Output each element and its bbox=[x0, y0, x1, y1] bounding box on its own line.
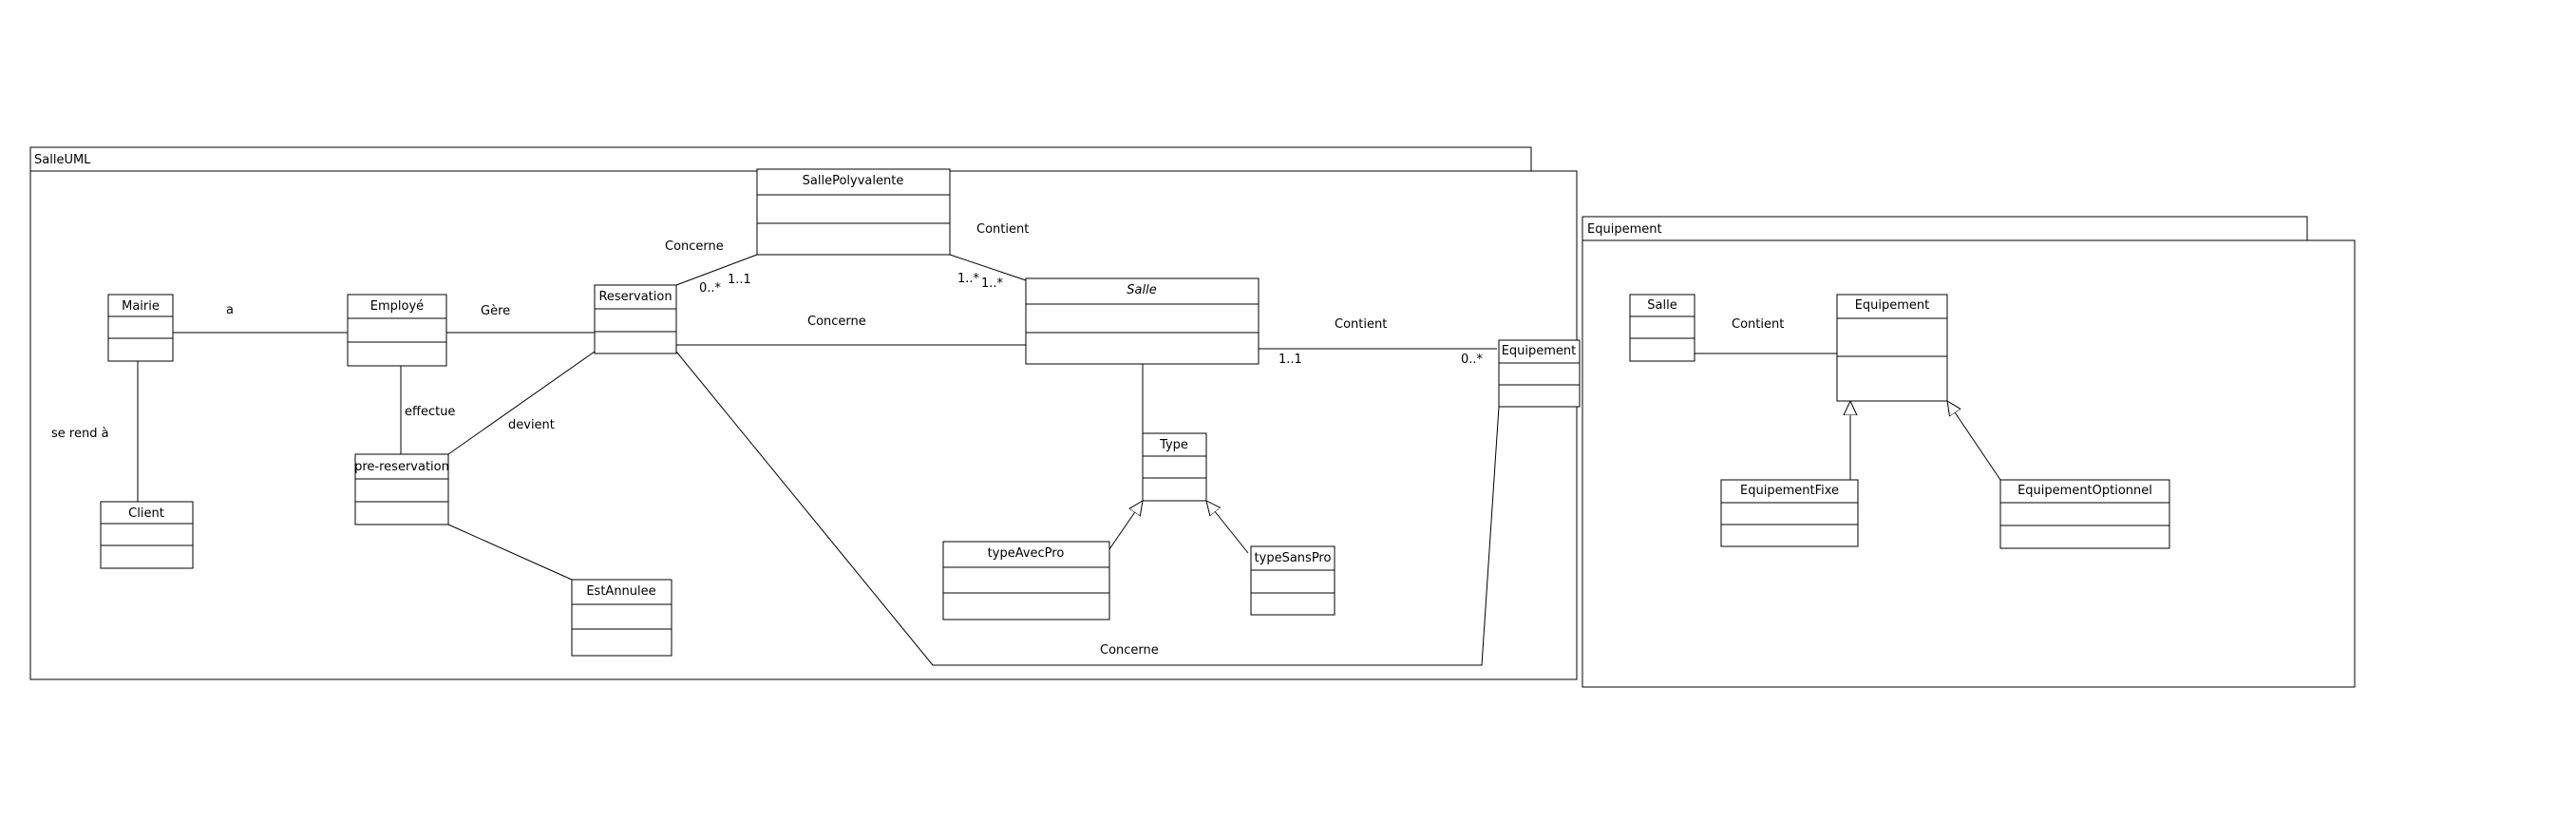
class-salle-ref-name: Salle bbox=[1647, 298, 1676, 313]
class-equipement-ref[interactable]: Equipement bbox=[1498, 339, 1581, 408]
class-client[interactable]: Client bbox=[100, 501, 194, 569]
label-se-rend-a: se rend à bbox=[51, 427, 109, 441]
package-salle-uml-name: SalleUML bbox=[34, 153, 91, 167]
class-type-name: Type bbox=[1159, 438, 1188, 452]
class-employe[interactable]: Employé bbox=[347, 294, 447, 367]
class-reservation-name: Reservation bbox=[598, 290, 672, 304]
class-equipement-main[interactable]: Equipement bbox=[1836, 294, 1948, 402]
class-client-name: Client bbox=[128, 506, 164, 521]
class-salle-polyvalente[interactable]: SallePolyvalente bbox=[756, 168, 951, 256]
class-pre-reservation[interactable]: pre-reservation bbox=[354, 453, 449, 525]
class-employe-name: Employé bbox=[370, 299, 424, 314]
package-equipement-name: Equipement bbox=[1587, 222, 1662, 237]
class-mairie[interactable]: Mairie bbox=[107, 294, 174, 362]
class-est-annulee-name: EstAnnulee bbox=[586, 584, 655, 599]
class-est-annulee[interactable]: EstAnnulee bbox=[571, 579, 672, 657]
mult-res-poly: 0..* bbox=[699, 281, 722, 296]
uml-class-diagram: SalleUML Equipement Mairie Employé Clien… bbox=[29, 146, 2356, 688]
label-gere: Gère bbox=[481, 304, 510, 318]
class-equipement-main-name: Equipement bbox=[1855, 298, 1930, 313]
package-equipement[interactable]: Equipement bbox=[1582, 216, 2356, 688]
class-equipement-fixe[interactable]: EquipementFixe bbox=[1720, 479, 1859, 547]
class-reservation[interactable]: Reservation bbox=[594, 284, 677, 354]
class-mairie-name: Mairie bbox=[122, 299, 160, 314]
class-type-avec-pro[interactable]: typeAvecPro bbox=[942, 541, 1110, 621]
class-equipement-optionnel-name: EquipementOptionnel bbox=[2017, 484, 2152, 498]
class-salle-ref[interactable]: Salle bbox=[1629, 294, 1695, 362]
mult-poly-res: 1..1 bbox=[728, 273, 751, 287]
mult-poly-salle-b: 1..* bbox=[981, 277, 1004, 291]
class-pre-reservation-name: pre-reservation bbox=[354, 460, 449, 474]
label-contient-pkg: Contient bbox=[1732, 317, 1784, 332]
label-contient-polyvalente: Contient bbox=[976, 222, 1029, 237]
label-concerne-polyvalente: Concerne bbox=[665, 239, 724, 254]
class-salle-polyvalente-name: SallePolyvalente bbox=[803, 174, 904, 188]
mult-poly-salle-a: 1..* bbox=[957, 272, 980, 286]
class-equipement-ref-name: Equipement bbox=[1502, 344, 1577, 358]
label-contient-equipement: Contient bbox=[1335, 317, 1387, 332]
class-salle-name: Salle bbox=[1127, 283, 1156, 297]
mult-salle-equip: 1..1 bbox=[1279, 353, 1302, 367]
mult-equip-salle: 0..* bbox=[1461, 353, 1484, 367]
label-concerne-equipement: Concerne bbox=[1100, 643, 1159, 658]
label-devient: devient bbox=[508, 418, 555, 432]
class-type-avec-pro-name: typeAvecPro bbox=[988, 546, 1065, 561]
label-a: a bbox=[226, 303, 234, 317]
label-concerne-salle: Concerne bbox=[807, 315, 866, 329]
label-effectue: effectue bbox=[405, 405, 455, 419]
class-type-sans-pro-name: typeSansPro bbox=[1255, 551, 1332, 565]
class-salle[interactable]: Salle bbox=[1025, 277, 1260, 365]
class-equipement-fixe-name: EquipementFixe bbox=[1740, 484, 1839, 498]
class-type[interactable]: Type bbox=[1142, 432, 1207, 502]
class-equipement-optionnel[interactable]: EquipementOptionnel bbox=[1999, 479, 2170, 549]
class-type-sans-pro[interactable]: typeSansPro bbox=[1250, 545, 1335, 616]
